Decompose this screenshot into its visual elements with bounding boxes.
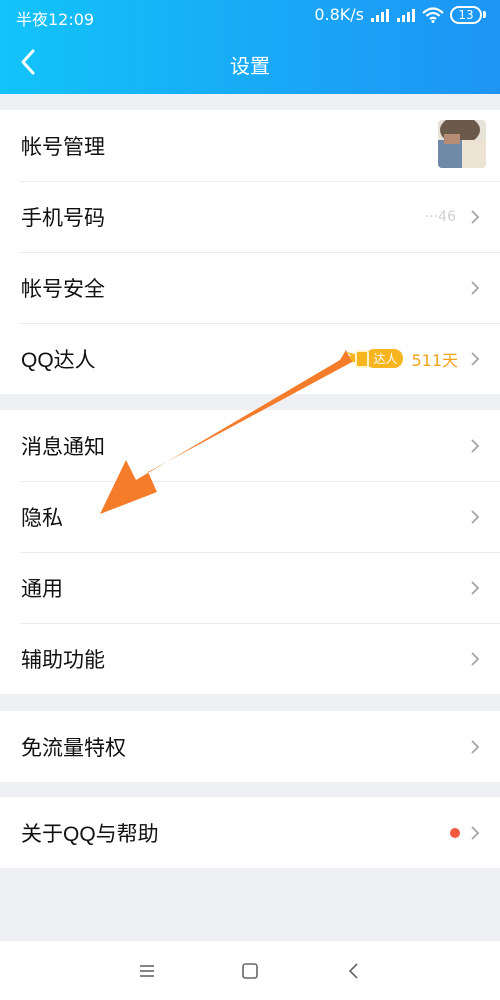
battery-level: 13	[450, 5, 482, 24]
row-label: 帐号管理	[21, 135, 105, 159]
home-icon[interactable]	[240, 961, 260, 981]
row-message-notification[interactable]: 消息通知	[0, 410, 500, 481]
status-bar: 半夜12:09 0.8K/s 13	[0, 0, 500, 32]
wing-icon	[345, 351, 356, 363]
status-indicators: 0.8K/s 13	[314, 5, 486, 24]
system-nav-bar	[0, 941, 500, 1000]
notification-dot	[450, 827, 460, 838]
row-qq-expert[interactable]: QQ达人 达人 511天	[0, 323, 500, 394]
row-account-security[interactable]: 帐号安全	[0, 252, 500, 323]
back-nav-icon[interactable]	[344, 961, 364, 981]
title-bar: 半夜12:09 0.8K/s 13 设置	[0, 0, 500, 94]
row-label: 消息通知	[21, 435, 105, 459]
row-label: QQ达人	[21, 348, 96, 372]
settings-group-about: 关于QQ与帮助	[0, 797, 500, 868]
row-label: 隐私	[21, 506, 63, 530]
row-general[interactable]: 通用	[0, 552, 500, 623]
expert-badge-label: 达人	[365, 349, 404, 368]
battery-icon: 13	[450, 5, 486, 24]
chevron-right-icon	[471, 438, 480, 453]
phone-icon	[355, 349, 370, 368]
menu-icon[interactable]	[137, 961, 157, 981]
chevron-right-icon	[471, 580, 480, 595]
row-account-management[interactable]: 帐号管理	[0, 110, 500, 181]
page-title: 设置	[230, 54, 270, 78]
row-label: 帐号安全	[21, 277, 105, 301]
row-phone-number[interactable]: 手机号码 ···46	[0, 181, 500, 252]
row-label: 手机号码	[21, 206, 105, 230]
chevron-right-icon	[471, 739, 480, 754]
chevron-right-icon	[471, 509, 480, 524]
row-free-data-privilege[interactable]: 免流量特权	[0, 711, 500, 782]
expert-badge: 达人	[345, 349, 404, 369]
network-speed: 0.8K/s	[314, 5, 364, 24]
row-accessibility[interactable]: 辅助功能	[0, 623, 500, 694]
chevron-right-icon	[471, 280, 480, 295]
row-label: 关于QQ与帮助	[21, 822, 159, 846]
signal-icon	[371, 8, 389, 22]
wifi-icon	[422, 6, 444, 23]
chevron-right-icon	[471, 209, 480, 224]
chevron-right-icon	[471, 825, 480, 840]
avatar	[438, 120, 486, 168]
settings-group-data: 免流量特权	[0, 711, 500, 782]
row-label: 免流量特权	[21, 736, 126, 760]
qq-expert-badge-group: 达人 511天	[345, 347, 458, 371]
expert-days: 511天	[411, 350, 458, 370]
signal-icon	[397, 8, 415, 22]
status-time: 半夜12:09	[16, 10, 95, 29]
row-label: 辅助功能	[21, 648, 105, 672]
settings-group-account: 帐号管理 手机号码 ···46 帐号安全 QQ达人 达人 511天	[0, 110, 500, 394]
row-privacy[interactable]: 隐私	[0, 481, 500, 552]
row-about-qq-help[interactable]: 关于QQ与帮助	[0, 797, 500, 868]
row-label: 通用	[21, 577, 63, 601]
chevron-right-icon	[471, 651, 480, 666]
phone-number-value: ···46	[424, 208, 456, 225]
chevron-right-icon	[471, 351, 480, 366]
settings-group-general: 消息通知 隐私 通用 辅助功能	[0, 410, 500, 694]
